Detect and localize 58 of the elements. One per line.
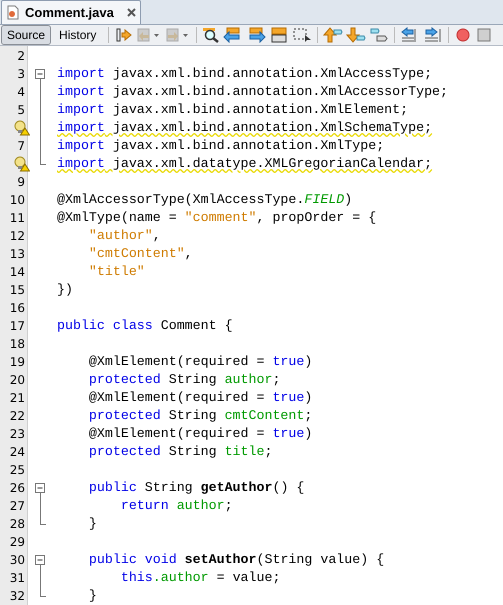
code-line: public class Comment { — [57, 317, 233, 336]
line-number: 17 — [10, 318, 25, 335]
line-number: 13 — [10, 246, 25, 263]
code-line: } — [88, 515, 97, 534]
code-line: import javax.xml.bind.annotation.XmlSchemaType; — [57, 119, 432, 138]
line-number: 5 — [17, 102, 25, 119]
code-line: @XmlAccessorType(XmlAccessType.FIELD) — [57, 191, 352, 210]
code-line: this.author = value; — [120, 569, 280, 588]
line-number: 20 — [10, 372, 25, 389]
code-line: import javax.xml.bind.annotation.XmlType; — [57, 137, 384, 156]
code-line: protected String cmtContent; — [88, 407, 312, 426]
code-line: protected String author; — [88, 371, 280, 390]
line-number: 28 — [10, 516, 25, 533]
line-number: 29 — [10, 534, 25, 551]
line-number: 26 — [10, 480, 25, 497]
code-line: import javax.xml.bind.annotation.XmlElement; — [57, 101, 408, 120]
code-line: public void setAuthor(String value) { — [88, 551, 384, 570]
code-line: }) — [57, 281, 73, 300]
line-number: 30 — [10, 552, 25, 569]
line-number: 27 — [10, 498, 25, 515]
code-line: protected String title; — [88, 443, 272, 462]
code-line: } — [88, 587, 97, 605]
line-number: 19 — [10, 354, 25, 371]
line-number: 4 — [17, 84, 25, 101]
code-line: import javax.xml.datatype.XMLGregorianCalendar; — [57, 155, 432, 174]
code-line: @XmlType(name = "comment", propOrder = { — [57, 209, 376, 228]
editor-tab[interactable]: Comment.java — [1, 0, 141, 24]
line-number: 32 — [10, 588, 25, 605]
line-number: 18 — [10, 336, 25, 353]
line-number: 25 — [10, 462, 25, 479]
code-line: @XmlElement(required = true) — [88, 353, 312, 372]
code-line: @XmlElement(required = true) — [88, 389, 312, 408]
view-toggle-button[interactable]: History — [53, 25, 102, 45]
line-number: 9 — [17, 174, 25, 191]
code-line: import javax.xml.bind.annotation.XmlAccessType; — [57, 65, 432, 84]
line-number: 12 — [10, 228, 25, 245]
code-line: "author", — [88, 227, 161, 246]
line-number: 11 — [10, 210, 25, 227]
line-number: 7 — [17, 138, 25, 155]
line-number: 10 — [10, 192, 25, 209]
line-number: 2 — [17, 48, 25, 65]
code-line: @XmlElement(required = true) — [88, 425, 312, 444]
code-line: import javax.xml.bind.annotation.XmlAccessorType; — [57, 83, 448, 102]
line-number: 31 — [10, 570, 25, 587]
line-number: 24 — [10, 444, 25, 461]
code-line: "title" — [88, 263, 145, 282]
tab-title: Comment.java — [25, 4, 114, 22]
code-line: public String getAuthor() { — [88, 479, 304, 498]
line-number: 15 — [10, 282, 25, 299]
line-number: 3 — [17, 66, 25, 83]
code-line: "cmtContent", — [88, 245, 193, 264]
view-toggle-button[interactable]: Source — [1, 25, 52, 45]
line-number: 21 — [10, 390, 25, 407]
line-number: 14 — [10, 264, 25, 281]
line-number: 23 — [10, 426, 25, 443]
code-line: return author; — [120, 497, 233, 516]
line-number: 16 — [10, 300, 25, 317]
line-number: 22 — [10, 408, 25, 425]
